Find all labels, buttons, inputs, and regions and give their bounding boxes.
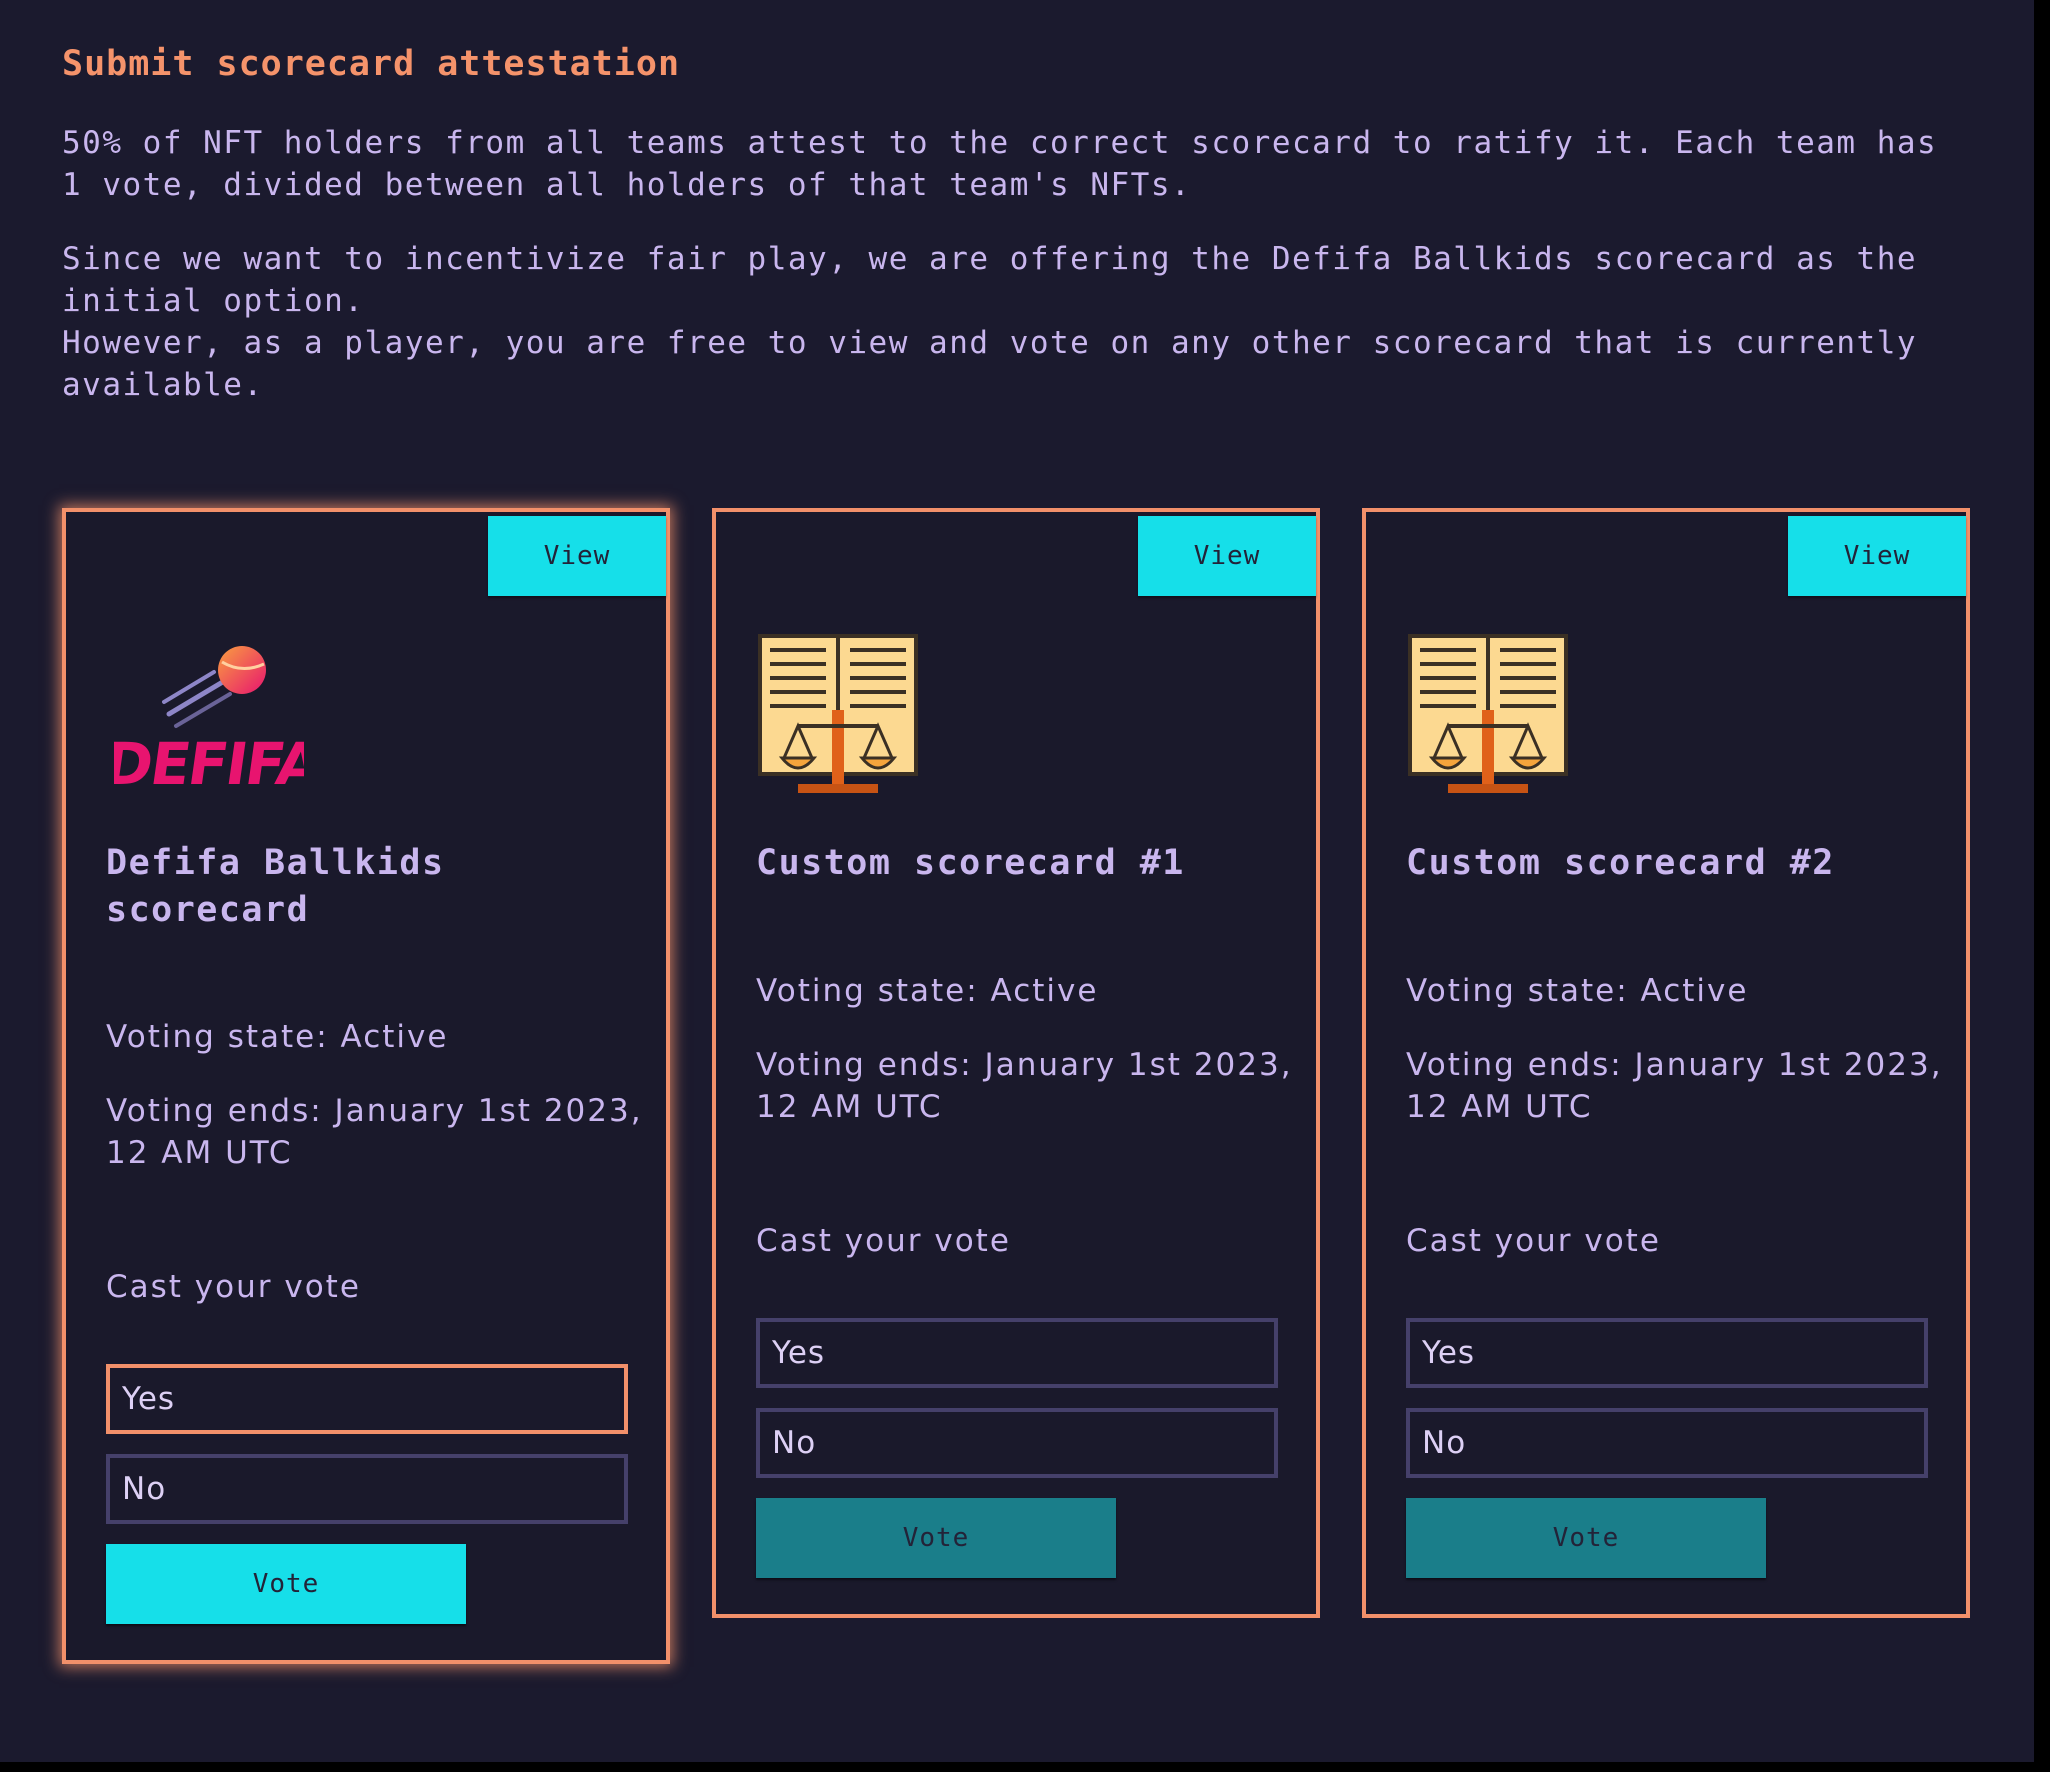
view-button[interactable]: View [1138,516,1316,596]
defifa-logo-icon: DEFIFA [114,646,304,798]
voting-state: Voting state: Active [106,1019,449,1055]
card-title: Defifa Ballkids scorecard [106,843,445,930]
law-book-scale-icon [758,634,918,793]
vote-button[interactable]: Vote [106,1544,466,1624]
voting-state: Voting state: Active [756,973,1099,1009]
cast-vote-label: Cast your vote [1406,1223,1661,1259]
card-title: Custom scorecard #1 [756,843,1185,883]
voting-ends: Voting ends: January 1st 2023, 12 AM UTC [1406,1047,1943,1125]
scorecard-card-defifa-ballkids: View DEFIFA Defifa Ballkids scorecard Vo… [62,508,670,1664]
defifa-logo-text: DEFIFA [114,730,304,798]
description-paragraph-1: 50% of NFT holders from all teams attest… [62,125,1958,203]
scorecard-card-custom-2: View Custom scorecard #2 Voting state: A… [1362,508,1970,1618]
vote-button[interactable]: Vote [756,1498,1116,1578]
vote-button[interactable]: Vote [1406,1498,1766,1578]
cast-vote-label: Cast your vote [756,1223,1011,1259]
attestation-page: Submit scorecard attestation 50% of NFT … [0,0,2034,1762]
option-no[interactable]: No [756,1408,1278,1478]
view-button[interactable]: View [488,516,666,596]
description-paragraph-2: Since we want to incentivize fair play, … [62,241,1938,319]
law-book-scale-icon [1408,634,1568,793]
description-paragraph-3: However, as a player, you are free to vi… [62,325,1938,403]
cast-vote-label: Cast your vote [106,1269,361,1305]
scorecard-card-custom-1: View Custom scorecard #1 Voting state: A… [712,508,1320,1618]
option-yes[interactable]: Yes [756,1318,1278,1388]
option-no[interactable]: No [106,1454,628,1524]
voting-ends: Voting ends: January 1st 2023, 12 AM UTC [756,1047,1293,1125]
page-title: Submit scorecard attestation [62,44,681,84]
view-button[interactable]: View [1788,516,1966,596]
option-yes[interactable]: Yes [1406,1318,1928,1388]
card-title: Custom scorecard #2 [1406,843,1835,883]
option-no[interactable]: No [1406,1408,1928,1478]
voting-state: Voting state: Active [1406,973,1749,1009]
voting-ends: Voting ends: January 1st 2023, 12 AM UTC [106,1093,643,1171]
option-yes[interactable]: Yes [106,1364,628,1434]
